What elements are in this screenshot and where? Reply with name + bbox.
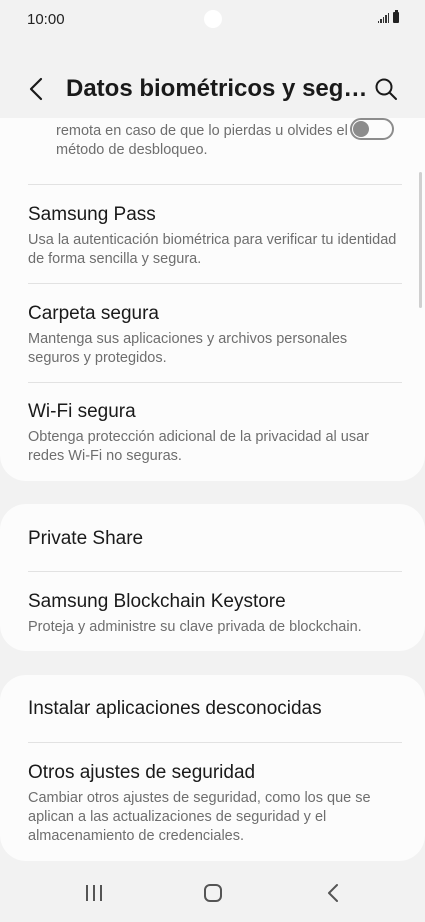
list-item-secure-folder[interactable]: Carpeta segura Mantenga sus aplicaciones… [28, 302, 400, 368]
camera-cutout [204, 10, 222, 28]
list-item-find-my-mobile[interactable]: remota en caso de que lo pierdas u olvid… [28, 118, 400, 178]
item-description: Obtenga protección adicional de la priva… [28, 429, 369, 464]
back-icon[interactable] [323, 883, 343, 903]
item-title: Wi-Fi segura [28, 401, 136, 422]
item-description: Proteja y administre su clave privada de… [28, 619, 362, 635]
search-icon[interactable] [373, 76, 399, 102]
app-header: Datos biométricos y seg… [0, 62, 425, 118]
scrollbar[interactable] [419, 172, 422, 308]
item-title: Samsung Pass [28, 204, 156, 225]
item-description: Usa la autenticación biométrica para ver… [28, 232, 397, 267]
divider [28, 283, 402, 284]
screen: 10:00 Datos biométricos y seg… remota en… [0, 0, 425, 922]
signal-icon [377, 13, 389, 23]
item-description: Cambiar otros ajustes de seguridad, como… [28, 790, 371, 844]
find-my-mobile-toggle[interactable] [350, 118, 394, 140]
divider [28, 571, 402, 572]
item-description: Mantenga sus aplicaciones y archivos per… [28, 331, 348, 366]
divider [28, 742, 402, 743]
divider [28, 382, 402, 383]
settings-card-private: Private Share Samsung Blockchain Keystor… [0, 504, 425, 651]
navigation-bar [0, 862, 425, 922]
status-icons [377, 10, 399, 23]
toggle-knob [353, 121, 369, 137]
list-item-samsung-pass[interactable]: Samsung Pass Usa la autenticación biomét… [28, 203, 400, 269]
item-title: Carpeta segura [28, 303, 159, 324]
chevron-left-icon[interactable] [22, 74, 52, 104]
item-title: Instalar aplicaciones desconocidas [28, 698, 322, 719]
list-item-install-unknown-apps[interactable]: Instalar aplicaciones desconocidas [28, 697, 400, 721]
battery-icon [393, 10, 399, 23]
home-icon[interactable] [203, 883, 223, 903]
status-time: 10:00 [27, 11, 65, 28]
recent-apps-icon[interactable] [84, 884, 104, 902]
list-item-blockchain-keystore[interactable]: Samsung Blockchain Keystore Proteja y ad… [28, 590, 400, 637]
settings-card-security: remota en caso de que lo pierdas u olvid… [0, 118, 425, 481]
list-item-private-share[interactable]: Private Share [28, 527, 400, 551]
settings-list[interactable]: remota en caso de que lo pierdas u olvid… [0, 118, 425, 862]
item-title: Otros ajustes de seguridad [28, 762, 256, 783]
page-title: Datos biométricos y seg… [66, 75, 366, 102]
item-title: Samsung Blockchain Keystore [28, 591, 286, 612]
settings-card-other: Instalar aplicaciones desconocidas Otros… [0, 675, 425, 861]
list-item-secure-wifi[interactable]: Wi-Fi segura Obtenga protección adiciona… [28, 400, 400, 466]
divider [28, 184, 402, 185]
list-item-other-security-settings[interactable]: Otros ajustes de seguridad Cambiar otros… [28, 761, 400, 846]
item-title: Private Share [28, 528, 144, 549]
item-description: remota en caso de que lo pierdas u olvid… [56, 123, 348, 158]
status-bar: 10:00 [0, 0, 425, 40]
